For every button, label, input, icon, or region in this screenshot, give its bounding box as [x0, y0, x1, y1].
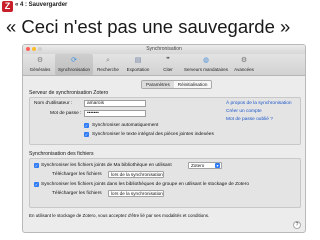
create-account-link[interactable]: Créer un compte: [226, 109, 262, 114]
toolbar-label: Citer: [163, 67, 173, 72]
zotero-logo-icon: Z: [2, 1, 13, 12]
password-label: Mot de passe :: [50, 111, 82, 116]
username-field[interactable]: amarois: [84, 100, 146, 107]
search-icon: ⌕: [106, 57, 110, 64]
network-icon: ◍: [202, 57, 210, 64]
window-titlebar: Synchronisation: [23, 45, 305, 54]
toolbar-label: Exportation: [126, 67, 150, 72]
gear-icon: ⚙: [36, 57, 44, 64]
download-mode-value: lors de la synchronisation: [111, 172, 163, 177]
advanced-icon: ⚙: [240, 57, 248, 64]
files-group: ✓ Synchroniser les fichiers joints de Ma…: [29, 158, 301, 208]
forgot-password-link[interactable]: Mot de passe oublié ?: [226, 117, 273, 122]
toolbar-export[interactable]: ▤ Exportation: [123, 54, 153, 75]
download-mode-select-2[interactable]: lors de la synchronisation: [108, 190, 164, 197]
toolbar-label: Générales: [29, 67, 51, 72]
subtab-bar: Paramètres Réinitialisation: [141, 80, 213, 89]
group-sync-label: Synchroniser les fichiers joints dans le…: [41, 182, 249, 187]
download-files-label-2: Télécharger les fichiers: [52, 191, 102, 196]
username-label: Nom d'utilisateur :: [34, 101, 73, 106]
chevron-down-icon: ▾: [215, 163, 220, 168]
toolbar-search[interactable]: ⌕ Recherche: [93, 54, 123, 75]
fulltext-sync-label: Synchroniser le texte intégral des pièce…: [92, 132, 214, 137]
toolbar-label: Serveurs mandataires: [183, 67, 229, 72]
window-title: Synchronisation: [146, 46, 182, 52]
toolbar-label: Recherche: [97, 67, 119, 72]
storage-select[interactable]: Zotero ▾: [188, 162, 222, 169]
auto-sync-checkbox[interactable]: ✓: [84, 123, 89, 128]
auto-sync-label: Synchroniser automatiquement: [92, 123, 159, 128]
export-icon: ▤: [134, 57, 142, 64]
sync-icon: ⟳: [71, 57, 77, 64]
toolbar-label: Avancées: [234, 67, 254, 72]
slide-title: « Ceci n'est pas une sauvegarde »: [6, 16, 291, 37]
my-library-sync-checkbox[interactable]: ✓: [34, 163, 39, 168]
toolbar-general[interactable]: ⚙ Générales: [25, 54, 55, 75]
preferences-window: Synchronisation ⚙ Générales ⟳ Synchronis…: [22, 44, 306, 233]
fulltext-sync-checkbox[interactable]: ✓: [84, 132, 89, 137]
tab-settings[interactable]: Paramètres: [142, 81, 174, 88]
storage-terms-text: En utilisant le stockage de Zotero, vous…: [29, 213, 210, 218]
tab-reset[interactable]: Réinitialisation: [173, 81, 212, 88]
about-sync-link[interactable]: À propos de la synchronisation: [226, 101, 292, 106]
files-section-title: Synchronisation des fichiers: [29, 151, 94, 157]
download-files-label: Télécharger les fichiers: [52, 172, 102, 177]
toolbar-label: Synchronisation: [57, 67, 91, 72]
toolbar-cite[interactable]: ❞ Citer: [153, 54, 183, 75]
help-button[interactable]: ?: [293, 221, 301, 229]
toolbar-sync[interactable]: ⟳ Synchronisation: [55, 54, 93, 75]
download-mode-select-1[interactable]: lors de la synchronisation: [108, 171, 164, 178]
preferences-toolbar: ⚙ Générales ⟳ Synchronisation ⌕ Recherch…: [23, 54, 305, 76]
storage-select-value: Zotero: [191, 163, 205, 168]
my-library-sync-label: Synchroniser les fichiers joints de Ma b…: [41, 163, 172, 168]
group-sync-checkbox[interactable]: ✓: [34, 182, 39, 187]
server-group: Nom d'utilisateur : amarois Mot de passe…: [29, 97, 301, 145]
download-mode-value: lors de la synchronisation: [111, 191, 163, 196]
slide-tag: « 4 : Sauvergarder: [15, 2, 68, 8]
cite-icon: ❞: [166, 57, 170, 64]
toolbar-proxies[interactable]: ◍ Serveurs mandataires: [183, 54, 229, 75]
server-section-title: Serveur de synchronisation Zotero: [29, 90, 109, 96]
password-field[interactable]: •••••••: [84, 110, 146, 117]
toolbar-advanced[interactable]: ⚙ Avancées: [229, 54, 259, 75]
